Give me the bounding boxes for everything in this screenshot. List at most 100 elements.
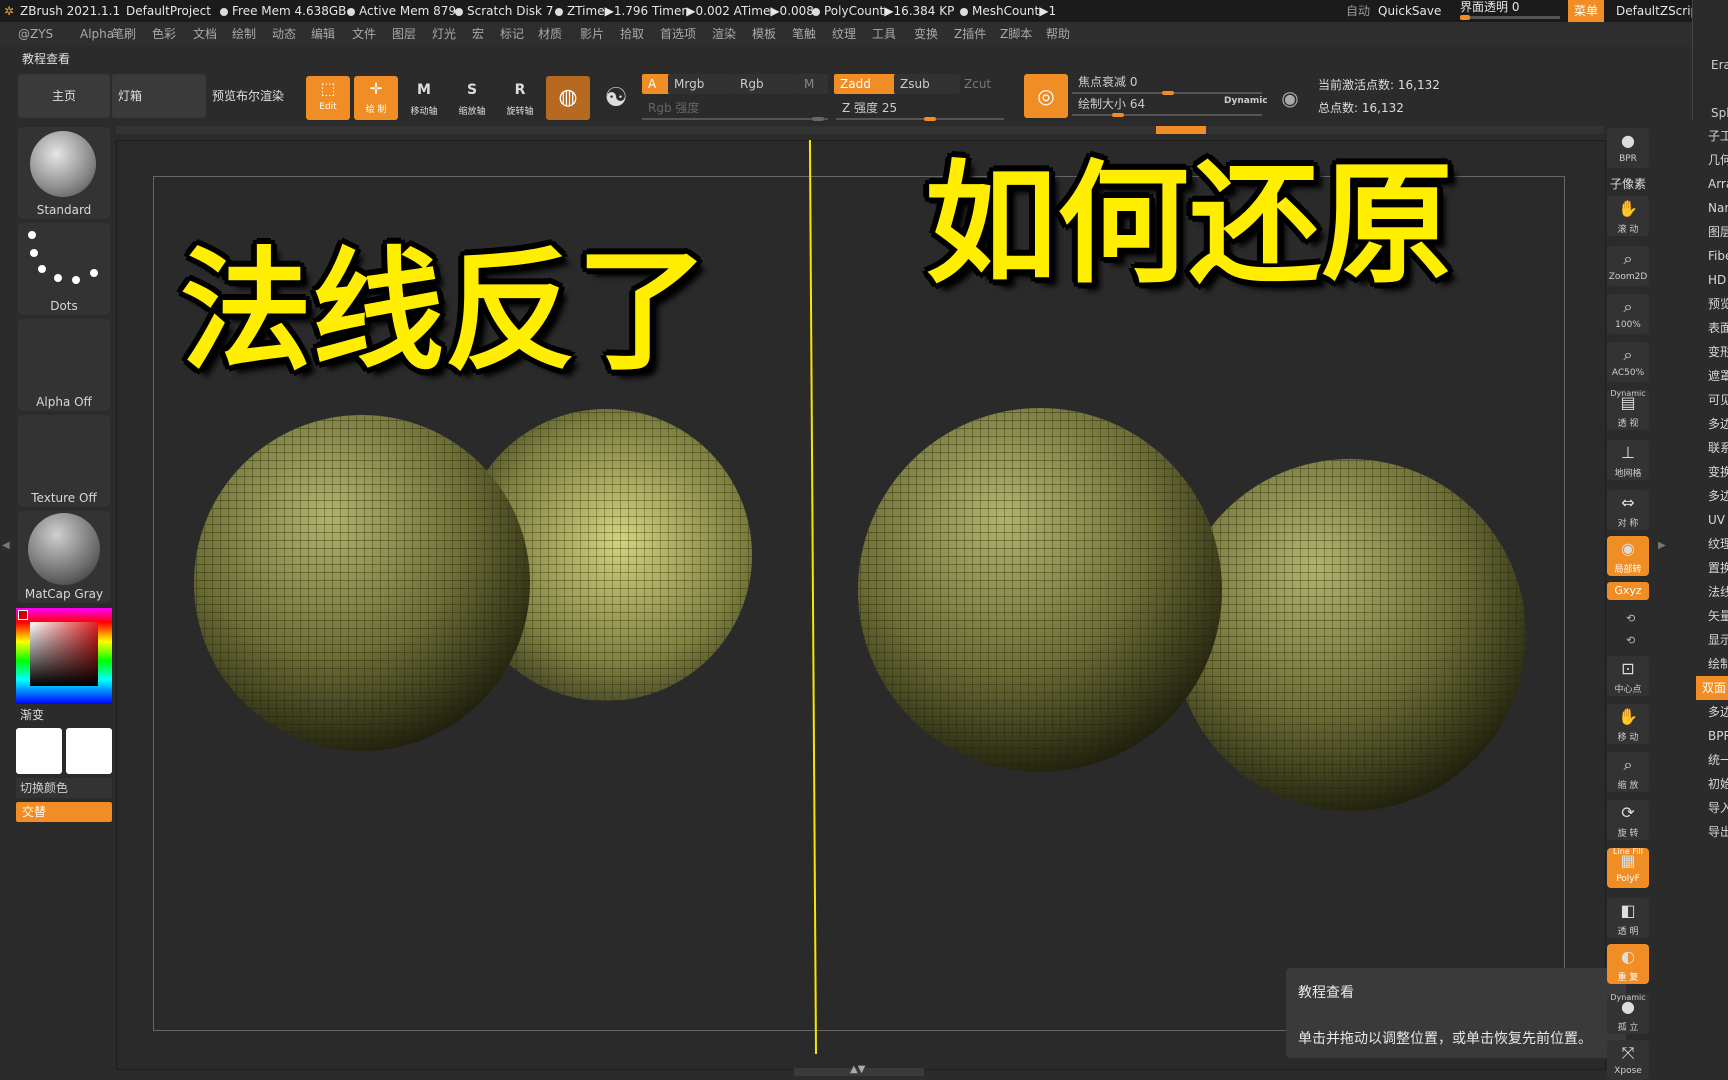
solo-button[interactable]: Dynamic ● 孤 立	[1607, 994, 1649, 1034]
menu-item[interactable]: 模板	[752, 22, 776, 46]
menu-item[interactable]: 拾取	[620, 22, 644, 46]
rotate-z-icon[interactable]: ⟲	[1626, 634, 1635, 647]
far-right-item[interactable]: 多边	[1696, 484, 1728, 508]
menu-item[interactable]: 影片	[580, 22, 604, 46]
polyf-button[interactable]: Line Fill ▦ PolyF	[1607, 848, 1649, 888]
far-right-item[interactable]: Arra	[1696, 172, 1728, 196]
zoom100-button[interactable]: ⌕ 100%	[1607, 294, 1649, 334]
far-right-item[interactable]: 表面	[1696, 316, 1728, 340]
rotate-view-button[interactable]: ⟳ 旋 转	[1607, 800, 1649, 840]
right-collapse-icon[interactable]: ▶	[1658, 540, 1666, 551]
menu-item[interactable]: Alpha	[80, 22, 114, 46]
menu-item[interactable]: 宏	[472, 22, 484, 46]
zsub-toggle[interactable]: Zsub	[894, 74, 960, 94]
far-right-item[interactable]: 子工	[1696, 124, 1728, 148]
menu-button[interactable]: 菜单	[1568, 0, 1605, 22]
lightbox-button[interactable]: 灯箱	[112, 74, 206, 118]
left-collapse-icon[interactable]: ◀	[2, 540, 10, 551]
ac50-button[interactable]: ⌕ AC50%	[1607, 342, 1649, 382]
alternate-button[interactable]: 交替	[16, 802, 112, 822]
mrgb-toggle[interactable]: Mrgb	[668, 74, 734, 94]
floor-button[interactable]: ⊥ 地网格	[1607, 440, 1649, 480]
bottom-scroll[interactable]: ▲▼	[794, 1064, 924, 1076]
far-right-item[interactable]: 纹理	[1696, 532, 1728, 556]
spl-label[interactable]: Spl	[1711, 106, 1728, 120]
bpr-button[interactable]: ● BPR	[1607, 128, 1649, 168]
switch-color-button[interactable]: 切换颜色	[16, 778, 112, 798]
far-right-item[interactable]: 变形	[1696, 340, 1728, 364]
transparency-button[interactable]: ◧ 透 明	[1607, 898, 1649, 938]
far-right-item[interactable]: 统一	[1696, 748, 1728, 772]
symmetry-button[interactable]: ⇔ 对 称	[1607, 490, 1649, 530]
menu-item[interactable]: 材质	[538, 22, 562, 46]
bool-render-button[interactable]: 预览布尔渲染	[208, 74, 302, 118]
menu-item[interactable]: 渲染	[712, 22, 736, 46]
draw-d-button[interactable]: ◉	[1268, 76, 1312, 120]
far-right-item[interactable]: 法线	[1696, 580, 1728, 604]
far-right-item[interactable]: 几何	[1696, 148, 1728, 172]
menu-item[interactable]: 变换	[914, 22, 938, 46]
far-right-item[interactable]: 多边	[1696, 412, 1728, 436]
far-right-item[interactable]: 导出	[1696, 820, 1728, 844]
dots-stroke-thumb[interactable]: Dots	[18, 223, 110, 315]
menu-item[interactable]: 工具	[872, 22, 896, 46]
move-button[interactable]: M 移动轴	[402, 76, 446, 120]
subpixel-label[interactable]: 子像素	[1610, 175, 1646, 192]
rotate-button[interactable]: R 旋转轴	[498, 76, 542, 120]
texture-thumb[interactable]: Texture Off	[18, 415, 110, 507]
main-color-swatch[interactable]	[16, 728, 62, 774]
menu-item[interactable]: 灯光	[432, 22, 456, 46]
color-picker[interactable]	[16, 608, 112, 704]
zcut-toggle[interactable]: Zcut	[958, 74, 1010, 94]
menu-item[interactable]: 图层	[392, 22, 416, 46]
menu-item[interactable]: @ZYS	[18, 22, 53, 46]
far-right-item[interactable]: 变换	[1696, 460, 1728, 484]
move-view-button[interactable]: ✋ 移 动	[1607, 704, 1649, 744]
menu-item[interactable]: 动态	[272, 22, 296, 46]
far-right-item[interactable]: 绘制	[1696, 652, 1728, 676]
far-right-item[interactable]: 矢量	[1696, 604, 1728, 628]
stroke-s-button[interactable]: ◎	[1024, 74, 1068, 118]
local-button[interactable]: ◉ 局部转	[1607, 536, 1649, 576]
far-right-item[interactable]: Nar	[1696, 196, 1728, 220]
menu-item[interactable]: 笔刷	[112, 22, 136, 46]
dynamic-label[interactable]: Dynamic	[1224, 96, 1268, 106]
far-right-item[interactable]: 导入	[1696, 796, 1728, 820]
rgb-intensity-slider[interactable]: Rgb 强度	[642, 98, 834, 121]
matcap-thumb[interactable]: MatCap Gray	[18, 511, 110, 603]
current-color-swatch[interactable]	[18, 610, 28, 620]
far-right-item[interactable]: 显示	[1696, 628, 1728, 652]
far-right-item[interactable]: 多边	[1696, 700, 1728, 724]
xyz-button[interactable]: Gxyz	[1607, 582, 1649, 600]
scale-view-button[interactable]: ⌕ 缩 放	[1607, 752, 1649, 792]
quicksave-button[interactable]: QuickSave	[1378, 0, 1441, 22]
menu-item[interactable]: 编辑	[311, 22, 335, 46]
far-right-item[interactable]: 预览	[1696, 292, 1728, 316]
center-point-button[interactable]: ⊡ 中心点	[1607, 656, 1649, 696]
secondary-color-swatch[interactable]	[66, 728, 112, 774]
far-right-item[interactable]: 初始	[1696, 772, 1728, 796]
far-right-item[interactable]: 双面	[1696, 676, 1728, 700]
menu-item[interactable]: 纹理	[832, 22, 856, 46]
far-right-item[interactable]: 图层	[1696, 220, 1728, 244]
menu-item[interactable]: Z插件	[954, 22, 986, 46]
far-right-item[interactable]: HD	[1696, 268, 1728, 292]
menu-item[interactable]: 帮助	[1046, 22, 1070, 46]
menu-item[interactable]: Z脚本	[1000, 22, 1032, 46]
rgb-toggle[interactable]: Rgb	[734, 74, 798, 94]
material-sphere-button[interactable]: ◍	[546, 76, 590, 120]
xpose-button[interactable]: ⤧ Xpose	[1607, 1040, 1649, 1080]
era-label[interactable]: Era	[1711, 58, 1728, 72]
far-right-item[interactable]: UV	[1696, 508, 1728, 532]
far-right-item[interactable]: 遮罩	[1696, 364, 1728, 388]
standard-brush-thumb[interactable]: Standard	[18, 127, 110, 219]
far-right-item[interactable]: Fibe	[1696, 244, 1728, 268]
focal-shift-slider[interactable]: 焦点衰减 0	[1072, 72, 1268, 95]
edit-button[interactable]: ⬚ Edit	[306, 76, 350, 120]
menu-item[interactable]: 标记	[500, 22, 524, 46]
default-zscript[interactable]: DefaultZScript	[1616, 0, 1703, 22]
menu-item[interactable]: 首选项	[660, 22, 696, 46]
m-toggle[interactable]: M	[798, 74, 828, 94]
menu-item[interactable]: 文档	[193, 22, 217, 46]
home-button[interactable]: 主页	[18, 74, 110, 118]
